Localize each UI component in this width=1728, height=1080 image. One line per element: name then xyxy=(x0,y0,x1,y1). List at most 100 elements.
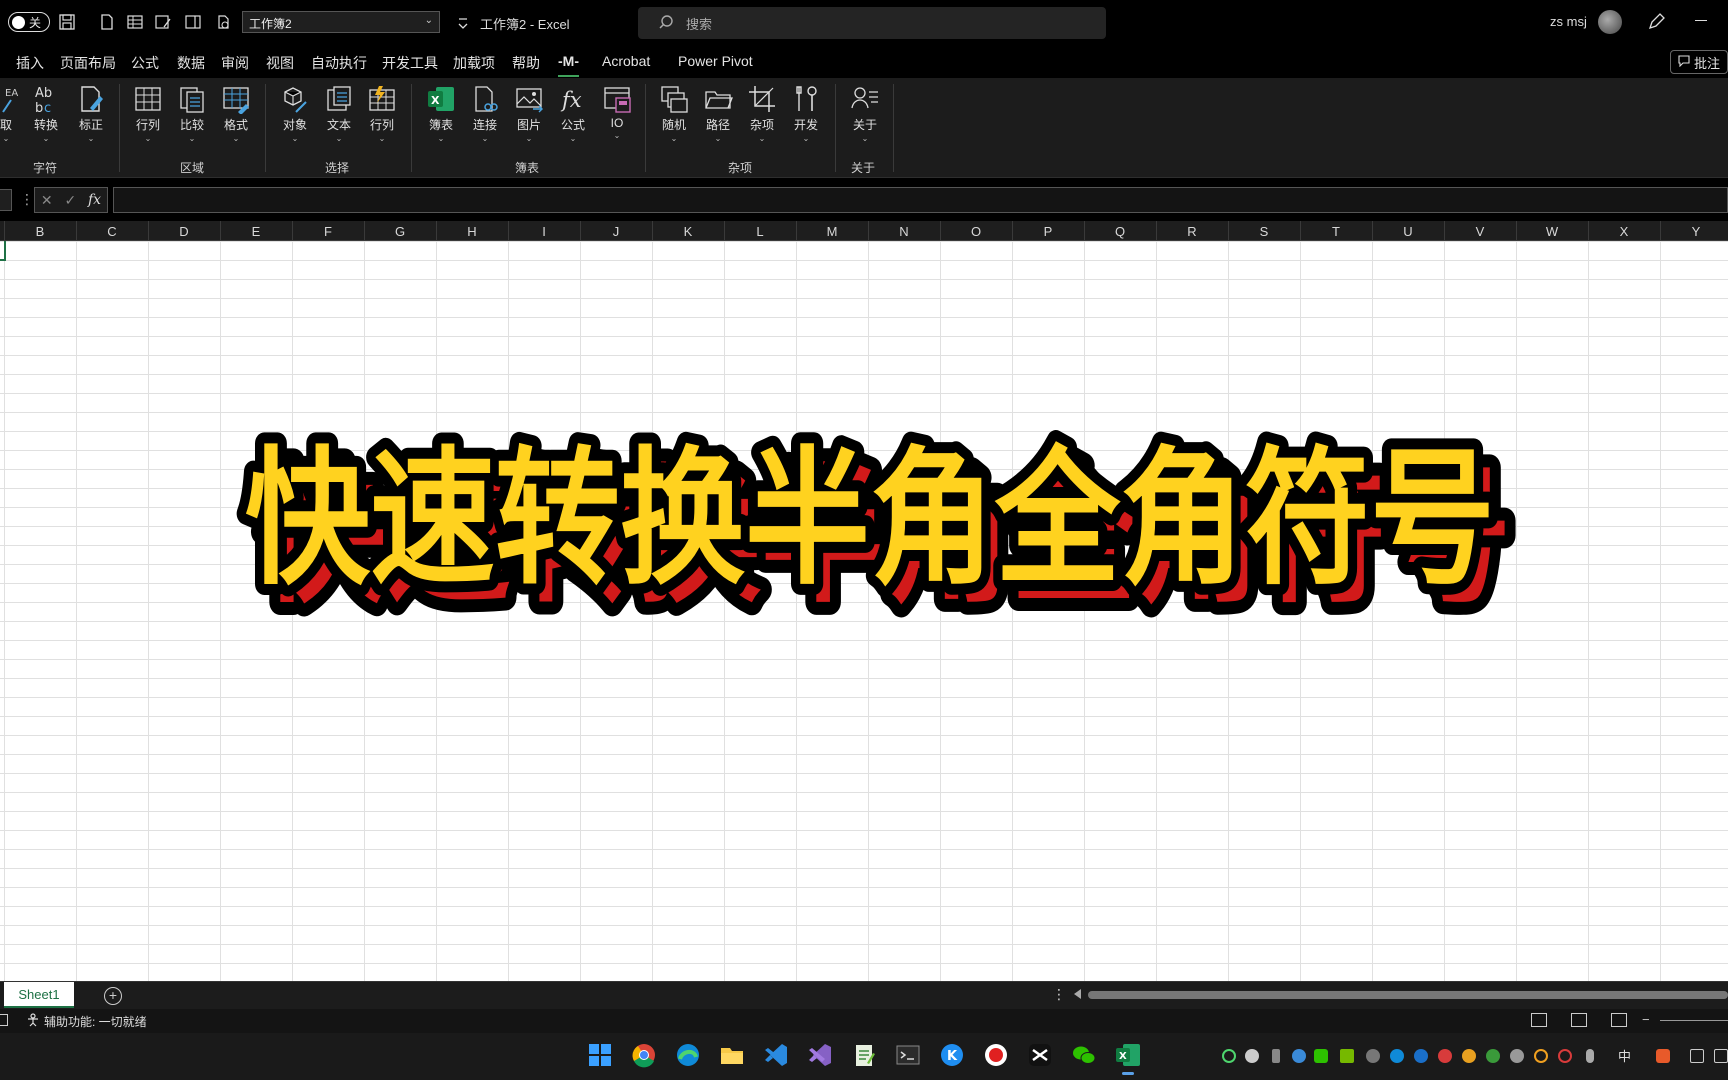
tab-help[interactable]: 帮助 xyxy=(512,53,540,73)
more-options-icon[interactable]: ⋮ xyxy=(1052,986,1066,1003)
ribbon-rowcol-button[interactable]: 行列 ⌄ xyxy=(128,84,168,143)
tray-app-icon[interactable] xyxy=(1292,1049,1306,1063)
column-header[interactable]: E xyxy=(220,224,292,239)
pen-icon[interactable] xyxy=(1646,12,1666,32)
format-icon[interactable] xyxy=(154,13,172,31)
avatar[interactable] xyxy=(1598,10,1622,34)
ribbon-take-button[interactable]: EA 取 ⌄ xyxy=(0,84,26,143)
tray-mic-icon[interactable] xyxy=(1586,1049,1594,1063)
file-explorer-icon[interactable] xyxy=(718,1041,746,1069)
excel-taskbar-icon[interactable]: X xyxy=(1114,1041,1142,1075)
tab-developer[interactable]: 开发工具 xyxy=(382,53,438,73)
column-header[interactable]: R xyxy=(1156,224,1228,239)
notepad-icon[interactable] xyxy=(850,1041,878,1069)
column-header[interactable]: Y xyxy=(1660,224,1728,239)
column-header[interactable]: Q xyxy=(1084,224,1156,239)
ribbon-workbook-button[interactable]: X 簿表 ⌄ xyxy=(421,84,461,143)
column-header[interactable]: G xyxy=(364,224,436,239)
vscode-icon[interactable] xyxy=(762,1041,790,1069)
insert-function-button[interactable]: fx xyxy=(88,192,101,208)
tray-wechat-icon[interactable] xyxy=(1245,1049,1259,1063)
ribbon-text-button[interactable]: 文本 ⌄ xyxy=(319,84,359,143)
accessibility-status[interactable]: 辅助功能: 一切就绪 xyxy=(26,1013,147,1030)
ribbon-format-button[interactable]: 格式 ⌄ xyxy=(216,84,256,143)
tab-acrobat[interactable]: Acrobat xyxy=(602,53,650,69)
tray-status-icon[interactable] xyxy=(1222,1049,1236,1063)
tray-sync-icon[interactable] xyxy=(1558,1049,1572,1063)
active-cell[interactable] xyxy=(0,241,6,261)
copy-icon[interactable] xyxy=(214,13,232,31)
column-header[interactable]: C xyxy=(76,224,148,239)
tray-nvidia-icon[interactable] xyxy=(1340,1049,1354,1063)
column-header[interactable]: I xyxy=(508,224,580,239)
column-header[interactable]: M xyxy=(796,224,868,239)
column-header[interactable]: D xyxy=(148,224,220,239)
cancel-icon[interactable]: ✕ xyxy=(41,192,53,209)
column-header[interactable]: B xyxy=(4,224,76,239)
tab-insert[interactable]: 插入 xyxy=(16,53,44,73)
formula-input[interactable] xyxy=(113,187,1728,213)
ribbon-random-button[interactable]: 随机 ⌄ xyxy=(654,84,694,143)
tray-search-icon[interactable] xyxy=(1534,1049,1548,1063)
enter-icon[interactable]: ✓ xyxy=(64,192,76,209)
tray-vpn-icon[interactable] xyxy=(1486,1049,1500,1063)
tab-formulas[interactable]: 公式 xyxy=(131,53,159,73)
tray-settings-icon[interactable] xyxy=(1510,1049,1524,1063)
autosave-toggle[interactable]: 关 xyxy=(8,12,50,32)
sheet-tab[interactable]: Sheet1 xyxy=(4,982,74,1008)
column-header[interactable]: N xyxy=(868,224,940,239)
ribbon-link-button[interactable]: 连接 ⌄ xyxy=(465,84,505,143)
column-header[interactable]: O xyxy=(940,224,1012,239)
table-icon[interactable] xyxy=(126,13,144,31)
tray-edge-icon[interactable] xyxy=(1390,1049,1404,1063)
tray-cloud-off-icon[interactable] xyxy=(1366,1049,1380,1063)
scroll-left-icon[interactable] xyxy=(1074,989,1081,999)
column-header[interactable]: J xyxy=(580,224,652,239)
tray-usb-icon[interactable] xyxy=(1272,1049,1280,1063)
column-header[interactable]: V xyxy=(1444,224,1516,239)
column-header[interactable]: L xyxy=(724,224,796,239)
horizontal-scrollbar[interactable] xyxy=(1088,991,1728,999)
start-icon[interactable] xyxy=(586,1041,614,1069)
tab-view[interactable]: 视图 xyxy=(266,53,294,73)
record-icon[interactable] xyxy=(982,1041,1010,1069)
macro-record-icon[interactable] xyxy=(0,1014,8,1026)
ribbon-formula-button[interactable]: fx 公式 ⌄ xyxy=(553,84,593,143)
column-header[interactable]: W xyxy=(1516,224,1588,239)
ribbon-dev-button[interactable]: 开发 ⌄ xyxy=(786,84,826,143)
save-icon[interactable] xyxy=(58,13,76,31)
edge-icon[interactable] xyxy=(674,1041,702,1069)
tab-page-layout[interactable]: 页面布局 xyxy=(60,53,116,73)
tab-power-pivot[interactable]: Power Pivot xyxy=(678,53,753,69)
k-app-icon[interactable]: K xyxy=(938,1041,966,1069)
tray-check-icon[interactable] xyxy=(1414,1049,1428,1063)
ribbon-about-button[interactable]: 关于 ⌄ xyxy=(845,84,885,143)
comments-button[interactable]: 批注 xyxy=(1670,50,1728,74)
ribbon-select-rowcol-button[interactable]: 行列 ⌄ xyxy=(362,84,402,143)
normal-view-icon[interactable] xyxy=(1531,1013,1547,1027)
panel-icon[interactable] xyxy=(184,13,202,31)
zoom-out-icon[interactable]: − xyxy=(1642,1012,1650,1027)
workbook-select[interactable]: 工作簿2 ⌄ xyxy=(242,11,440,33)
terminal-icon[interactable] xyxy=(894,1041,922,1069)
customize-icon[interactable] xyxy=(454,15,472,33)
zoom-slider[interactable] xyxy=(1660,1020,1728,1021)
wechat-icon[interactable] xyxy=(1070,1041,1098,1069)
tab-addins[interactable]: 加载项 xyxy=(453,53,495,73)
column-header[interactable]: S xyxy=(1228,224,1300,239)
tab-m[interactable]: -M- xyxy=(558,53,579,77)
column-header[interactable]: X xyxy=(1588,224,1660,239)
name-box[interactable] xyxy=(0,189,12,211)
visual-studio-icon[interactable] xyxy=(806,1041,834,1069)
capcut-icon[interactable] xyxy=(1026,1041,1054,1069)
minimize-button[interactable] xyxy=(1695,20,1707,21)
column-header[interactable]: T xyxy=(1300,224,1372,239)
tray-display-icon[interactable] xyxy=(1690,1049,1704,1063)
tray-shield-icon[interactable] xyxy=(1462,1049,1476,1063)
ribbon-misc-button[interactable]: 杂项 ⌄ xyxy=(742,84,782,143)
tab-review[interactable]: 审阅 xyxy=(221,53,249,73)
ribbon-path-button[interactable]: 路径 ⌄ xyxy=(698,84,738,143)
tray-sogou-icon[interactable] xyxy=(1656,1049,1670,1063)
tab-automate[interactable]: 自动执行 xyxy=(311,53,367,73)
column-header[interactable]: F xyxy=(292,224,364,239)
